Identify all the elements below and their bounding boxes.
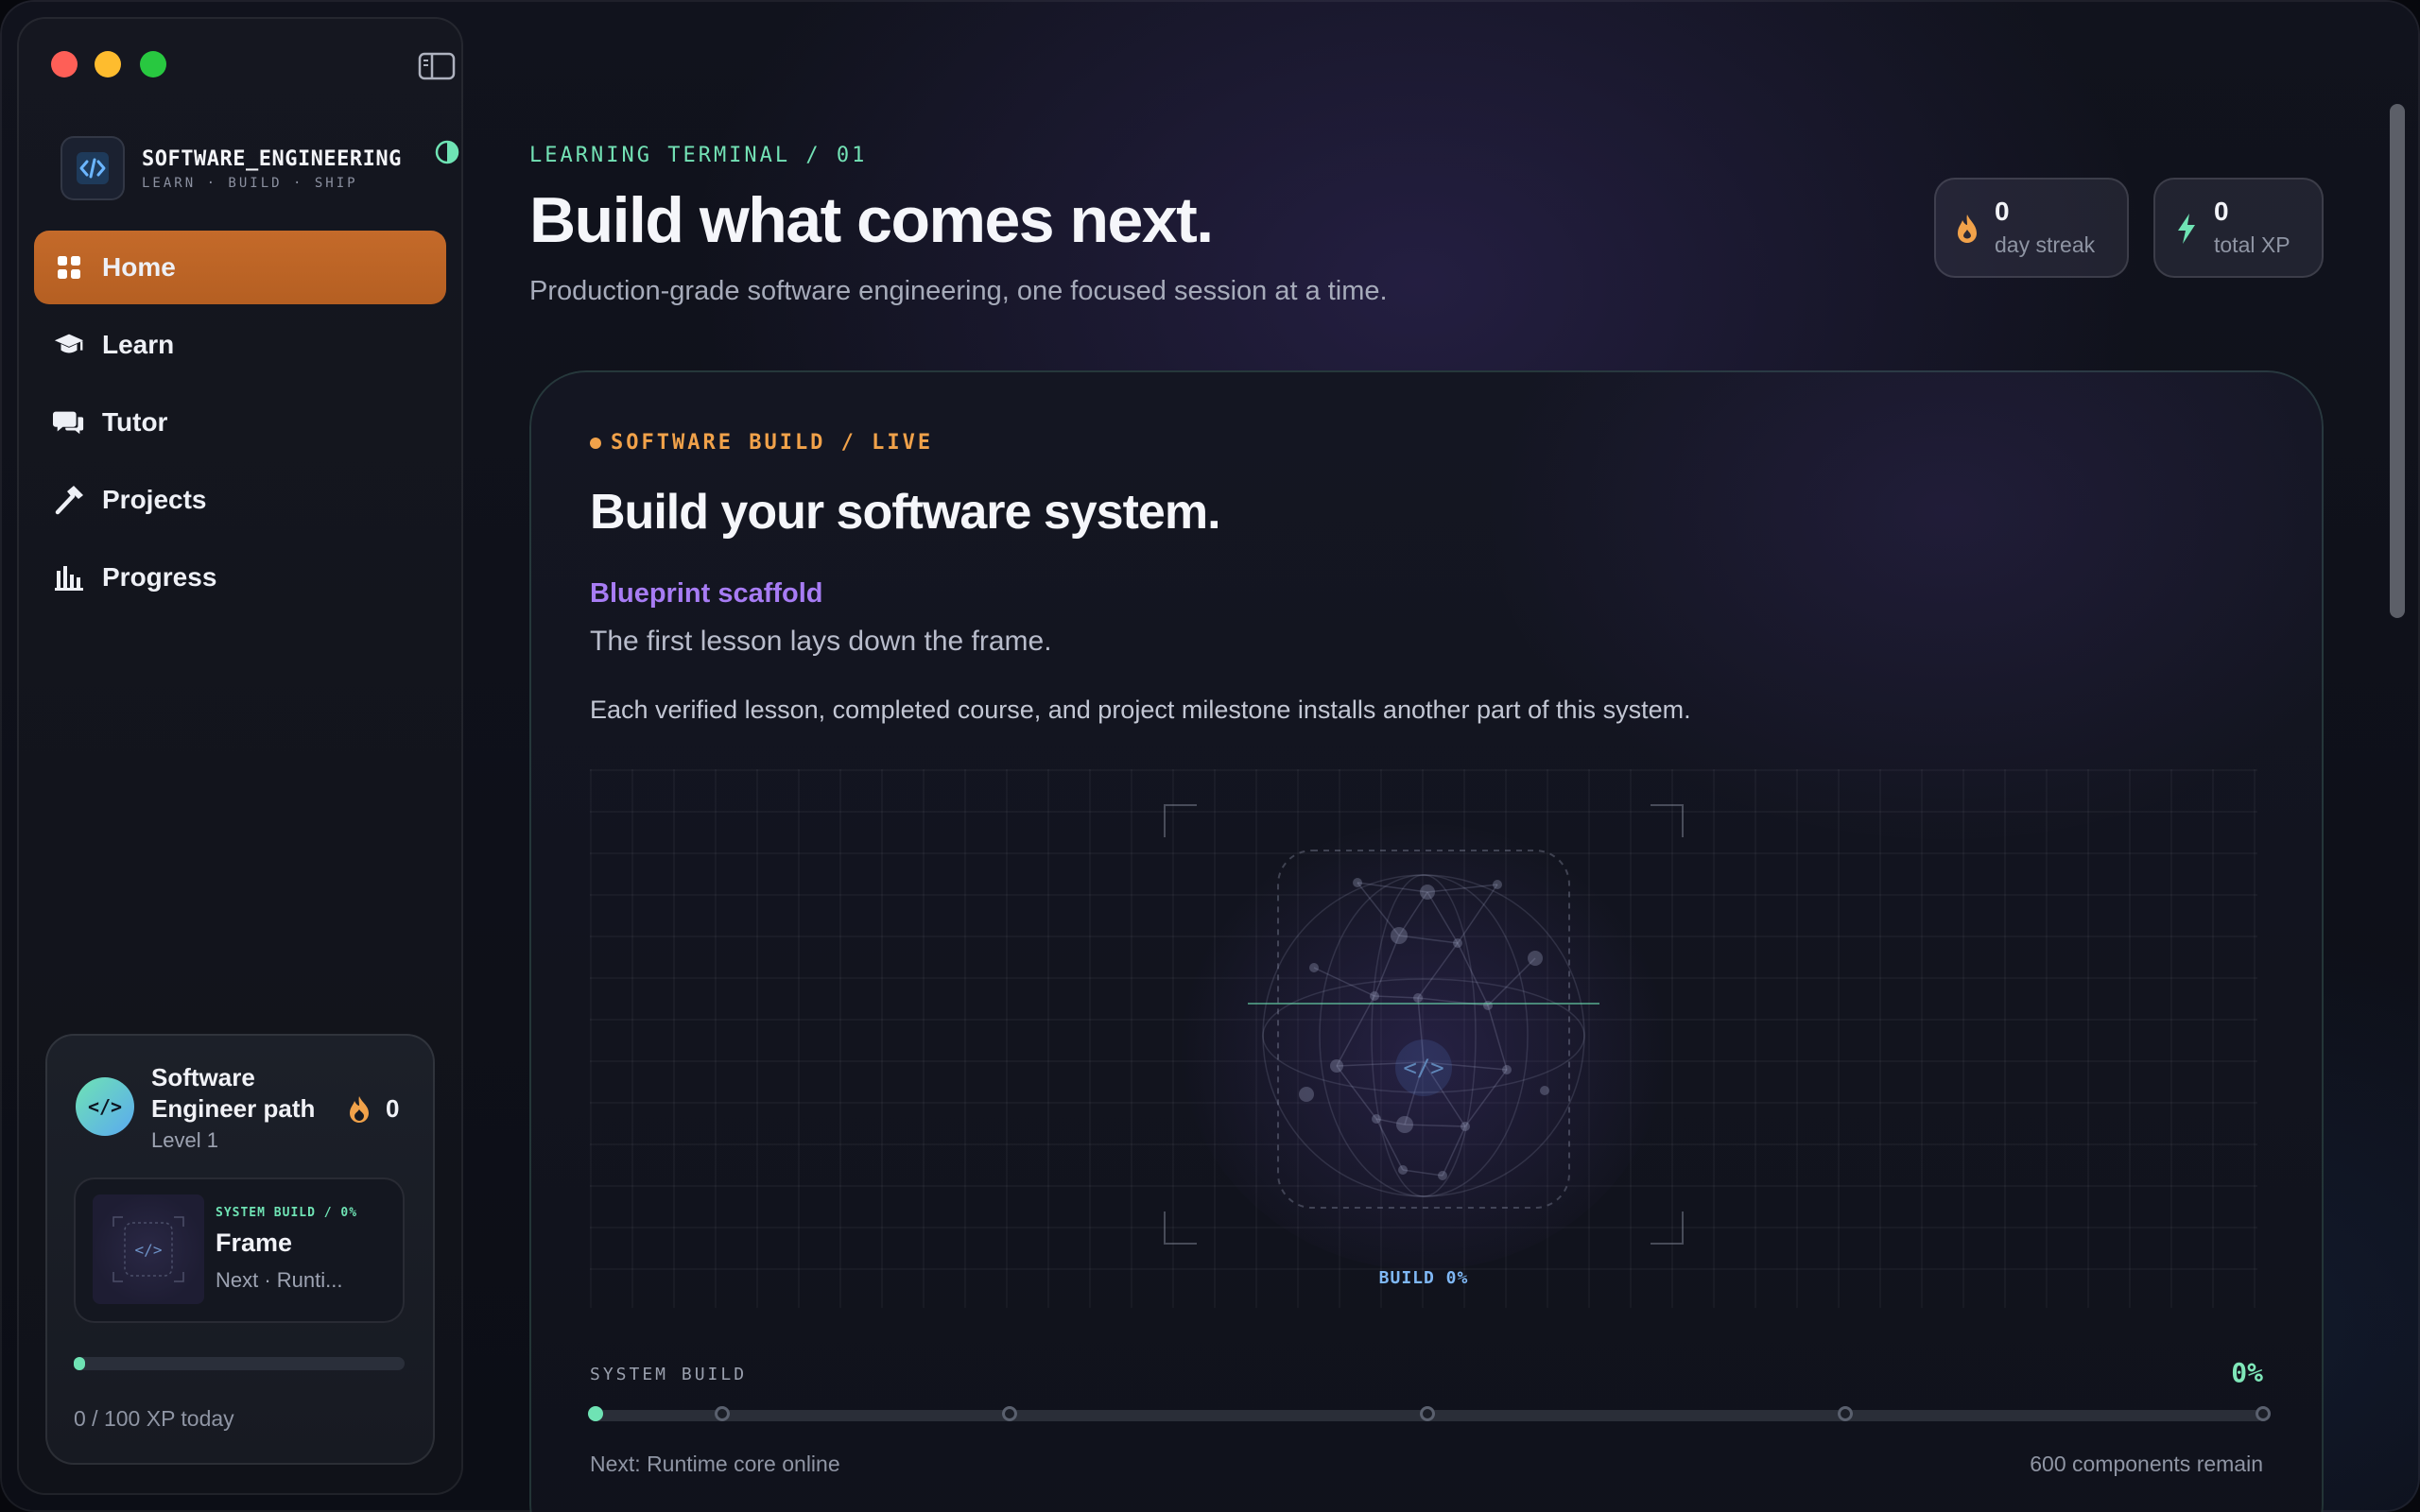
scrollbar-thumb[interactable]: [2390, 104, 2405, 618]
brand[interactable]: SOFTWARE_ENGINEERING LEARN · BUILD · SHI…: [60, 136, 476, 202]
day-streak-value: 0: [1995, 197, 2010, 226]
sidebar-toggle-icon[interactable]: [418, 51, 456, 81]
frame-thumbnail: </>: [93, 1194, 204, 1304]
day-streak-label: day streak: [1995, 232, 2096, 257]
live-status-dot: [590, 438, 601, 449]
frame-kicker: SYSTEM BUILD / 0%: [216, 1206, 358, 1220]
build-stage-name: Blueprint scaffold: [590, 578, 823, 609]
nav-item-tutor[interactable]: Tutor: [34, 386, 446, 459]
grid-icon: [53, 251, 85, 284]
app-window: SOFTWARE_ENGINEERING LEARN · BUILD · SHI…: [0, 0, 2420, 1512]
nav-item-home[interactable]: Home: [34, 231, 446, 304]
build-card-note: Each verified lesson, completed course, …: [590, 696, 1691, 724]
page-title: Build what comes next.: [529, 184, 1214, 256]
daily-xp-progress-bar: [74, 1357, 405, 1370]
milestone-node: [2255, 1406, 2271, 1421]
milestone-node: [1001, 1406, 1017, 1421]
path-title: Software Engineer path: [151, 1063, 316, 1123]
main-content: LEARNING TERMINAL / 01 Build what comes …: [463, 0, 2373, 1512]
nav-item-progress[interactable]: Progress: [34, 541, 446, 614]
system-build-label: SYSTEM BUILD: [590, 1365, 748, 1384]
nav-label-learn: Learn: [102, 330, 175, 359]
milestone-node: [714, 1406, 730, 1421]
graduation-cap-icon: [53, 329, 85, 361]
system-build-visualization: </> BUILD 0%: [590, 769, 2257, 1308]
zoom-window-button[interactable]: [140, 51, 166, 77]
software-build-card: SOFTWARE BUILD / LIVE Build your softwar…: [529, 370, 2324, 1512]
nav-label-tutor: Tutor: [102, 407, 168, 437]
build-percent-label: BUILD 0%: [1378, 1268, 1469, 1288]
next-milestone-text: Next: Runtime core online: [590, 1452, 840, 1476]
brand-name: SOFTWARE_ENGINEERING: [142, 147, 402, 171]
path-streak-count: 0: [386, 1094, 400, 1123]
path-avatar: </>: [76, 1077, 134, 1136]
frame-next: Next · Runti...: [216, 1268, 343, 1292]
components-remaining-text: 600 components remain: [2030, 1452, 2263, 1476]
code-logo-icon: [60, 136, 125, 200]
current-frame-card[interactable]: </> SYSTEM BUILD / 0% Frame Next · Runti…: [74, 1177, 405, 1323]
milestone-node: [588, 1406, 603, 1421]
hammer-icon: [53, 484, 85, 516]
daily-xp-progress-fill: [74, 1357, 85, 1370]
nav-item-learn[interactable]: Learn: [34, 308, 446, 382]
sidebar: SOFTWARE_ENGINEERING LEARN · BUILD · SHI…: [17, 17, 463, 1495]
page-subtitle: Production-grade software engineering, o…: [529, 276, 1388, 306]
theme-contrast-icon[interactable]: [435, 140, 459, 164]
daily-xp-text: 0 / 100 XP today: [74, 1406, 234, 1431]
nav-item-projects[interactable]: Projects: [34, 463, 446, 537]
brand-tagline: LEARN · BUILD · SHIP: [142, 176, 358, 191]
total-xp-value: 0: [2214, 197, 2229, 226]
total-xp-label: total XP: [2214, 232, 2290, 257]
bar-chart-icon: [53, 561, 85, 593]
milestone-node: [1419, 1406, 1435, 1421]
bolt-icon: [2174, 212, 2199, 246]
svg-text:</>: </>: [135, 1241, 163, 1259]
chat-bubbles-icon: [53, 406, 85, 438]
build-card-title: Build your software system.: [590, 485, 1221, 540]
sidebar-nav: Home Learn Tutor Projects Progress: [34, 231, 446, 618]
flame-icon: [346, 1094, 372, 1125]
svg-text:</>: </>: [1403, 1055, 1443, 1081]
nav-label-home: Home: [102, 252, 176, 282]
frame-title: Frame: [216, 1228, 293, 1257]
nav-label-projects: Projects: [102, 485, 207, 514]
close-window-button[interactable]: [51, 51, 78, 77]
system-build-percent: 0%: [2231, 1357, 2263, 1388]
path-level: Level 1: [151, 1128, 218, 1152]
build-card-kicker: SOFTWARE BUILD / LIVE: [611, 431, 934, 455]
day-streak-stat: 0 day streak: [1934, 178, 2129, 278]
flame-icon: [1955, 212, 1979, 246]
minimize-window-button[interactable]: [95, 51, 121, 77]
milestone-node: [1838, 1406, 1853, 1421]
learning-path-card[interactable]: </> Software Engineer path Level 1 0 </>: [45, 1034, 435, 1465]
build-stage-description: The first lesson lays down the frame.: [590, 626, 1052, 657]
page-kicker: LEARNING TERMINAL / 01: [529, 144, 868, 167]
nav-label-progress: Progress: [102, 562, 217, 592]
total-xp-stat: 0 total XP: [2153, 178, 2324, 278]
system-build-progress-track: [588, 1406, 2271, 1421]
